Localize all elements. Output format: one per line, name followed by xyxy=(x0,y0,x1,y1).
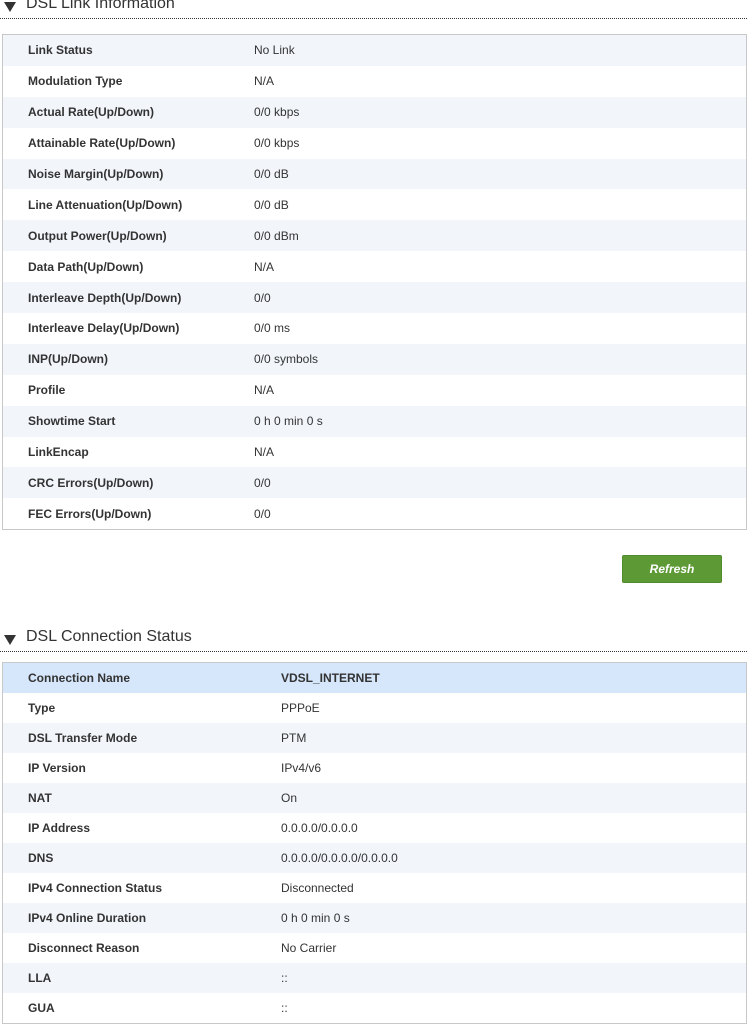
table-row: CRC Errors(Up/Down) 0/0 xyxy=(3,467,746,499)
table-row: LinkEncap N/A xyxy=(3,436,746,468)
row-label: LLA xyxy=(28,971,52,985)
table-row: Disconnect Reason No Carrier xyxy=(3,933,746,963)
table-row: Interleave Depth(Up/Down) 0/0 xyxy=(3,282,746,314)
row-value: 0/0 dBm xyxy=(254,228,299,243)
link-info-table: Link Status No Link Modulation Type N/A Actu… xyxy=(2,34,747,531)
row-value: 0 h 0 min 0 s xyxy=(254,414,323,429)
collapse-arrow-icon[interactable] xyxy=(4,635,16,645)
row-value: N/A xyxy=(254,383,275,398)
table-row: FEC Errors(Up/Down) 0/0 xyxy=(3,498,746,530)
row-value: 0/0 symbols xyxy=(254,352,319,367)
table-row: Link Status No Link xyxy=(3,35,746,66)
table-row: IP Version IPv4/v6 xyxy=(3,753,746,783)
link-info-header[interactable]: DSL Link Information xyxy=(0,0,747,19)
row-value: 0/0 xyxy=(254,290,271,305)
connection-status-title: DSL Connection Status xyxy=(26,628,192,645)
row-label: Noise Margin(Up/Down) xyxy=(28,167,164,181)
row-value: 0/0 xyxy=(254,475,271,490)
row-value: N/A xyxy=(254,445,275,460)
row-label: INP(Up/Down) xyxy=(28,352,108,367)
table-row: Data Path(Up/Down) N/A xyxy=(3,251,746,283)
row-value: 0/0 dB xyxy=(254,167,289,181)
row-value: IPv4/v6 xyxy=(281,761,322,775)
row-label: Interleave Depth(Up/Down) xyxy=(28,290,182,305)
row-value: PPPoE xyxy=(281,701,320,715)
table-row: Showtime Start 0 h 0 min 0 s xyxy=(3,405,746,437)
table-row: Modulation Type N/A xyxy=(3,65,746,97)
row-value: 0/0 dB xyxy=(254,197,289,212)
connection-status-header[interactable]: DSL Connection Status xyxy=(0,627,747,652)
row-label: Output Power(Up/Down) xyxy=(28,228,167,243)
row-label: FEC Errors(Up/Down) xyxy=(28,506,152,521)
row-value: :: xyxy=(281,1001,288,1015)
row-label: IP Version xyxy=(28,761,86,775)
table-row: Noise Margin(Up/Down) 0/0 dB xyxy=(3,158,746,190)
row-label: Actual Rate(Up/Down) xyxy=(28,105,154,120)
table-row: IP Address 0.0.0.0/0.0.0.0 xyxy=(3,813,746,843)
row-label: Modulation Type xyxy=(28,74,123,89)
row-value: N/A xyxy=(254,259,275,274)
row-value: VDSL_INTERNET xyxy=(281,671,380,685)
row-value: PTM xyxy=(281,731,307,745)
row-label: NAT xyxy=(28,791,52,805)
row-label: Connection Name xyxy=(28,671,131,685)
row-label: Showtime Start xyxy=(28,414,116,429)
table-row: Line Attenuation(Up/Down) 0/0 dB xyxy=(3,189,746,221)
row-label: Data Path(Up/Down) xyxy=(28,259,144,274)
table-row: LLA:: xyxy=(3,963,746,993)
row-label: CRC Errors(Up/Down) xyxy=(28,475,154,490)
collapse-arrow-icon[interactable] xyxy=(4,2,16,12)
row-value: :: xyxy=(281,971,288,985)
row-label: DNS xyxy=(28,851,54,865)
link-info-title: DSL Link Information xyxy=(26,0,175,12)
row-label: GUA xyxy=(28,1001,55,1015)
row-label: IPv4 Connection Status xyxy=(28,881,163,895)
row-label: Attainable Rate(Up/Down) xyxy=(28,136,176,151)
row-value: On xyxy=(281,791,298,805)
row-value: 0/0 kbps xyxy=(254,136,300,151)
table-row: Profile N/A xyxy=(3,374,746,406)
row-label: IP Address xyxy=(28,821,91,835)
row-value: 0/0 ms xyxy=(254,321,291,336)
row-label: Profile xyxy=(28,383,66,398)
row-value: Disconnected xyxy=(281,881,354,895)
row-value: 0.0.0.0/0.0.0.0 xyxy=(281,821,358,835)
row-value: 0/0 kbps xyxy=(254,105,300,120)
table-row: Interleave Delay(Up/Down) 0/0 ms xyxy=(3,313,746,344)
row-value: No Link xyxy=(254,43,295,58)
row-label: Type xyxy=(28,701,56,715)
table-row: NAT On xyxy=(3,783,746,813)
table-row: GUA:: xyxy=(3,993,746,1023)
table-row: Type PPPoE xyxy=(3,693,746,723)
row-label: DSL Transfer Mode xyxy=(28,731,138,745)
row-value: 0.0.0.0/0.0.0.0/0.0.0.0 xyxy=(281,851,398,865)
table-row: INP(Up/Down) 0/0 symbols xyxy=(3,343,746,375)
table-row: Output Power(Up/Down) 0/0 dBm xyxy=(3,220,746,252)
table-row: DSL Transfer Mode PTM xyxy=(3,723,746,753)
row-value: N/A xyxy=(254,74,275,89)
row-label: Link Status xyxy=(28,43,93,58)
table-row: Actual Rate(Up/Down) 0/0 kbps xyxy=(3,96,746,128)
table-row: Connection Name VDSL_INTERNET xyxy=(3,663,746,693)
connection-status-table: Connection Name VDSL_INTERNET Type PPPoE DSL… xyxy=(2,662,747,1024)
table-row: Attainable Rate(Up/Down) 0/0 kbps xyxy=(3,127,746,159)
table-row: IPv4 Online Duration 0 h 0 min 0 s xyxy=(3,903,746,933)
table-row: DNS 0.0.0.0/0.0.0.0/0.0.0.0 xyxy=(3,843,746,873)
row-label: Line Attenuation(Up/Down) xyxy=(28,197,183,212)
row-label: LinkEncap xyxy=(28,445,89,460)
refresh-button[interactable]: Refresh xyxy=(622,555,722,583)
row-label: Interleave Delay(Up/Down) xyxy=(28,321,180,336)
row-value: No Carrier xyxy=(281,941,337,955)
table-row: IPv4 Connection Status Disconnected xyxy=(3,873,746,903)
row-value: 0/0 xyxy=(254,506,271,521)
row-value: 0 h 0 min 0 s xyxy=(281,911,350,925)
row-label: Disconnect Reason xyxy=(28,941,140,955)
row-label: IPv4 Online Duration xyxy=(28,911,147,925)
